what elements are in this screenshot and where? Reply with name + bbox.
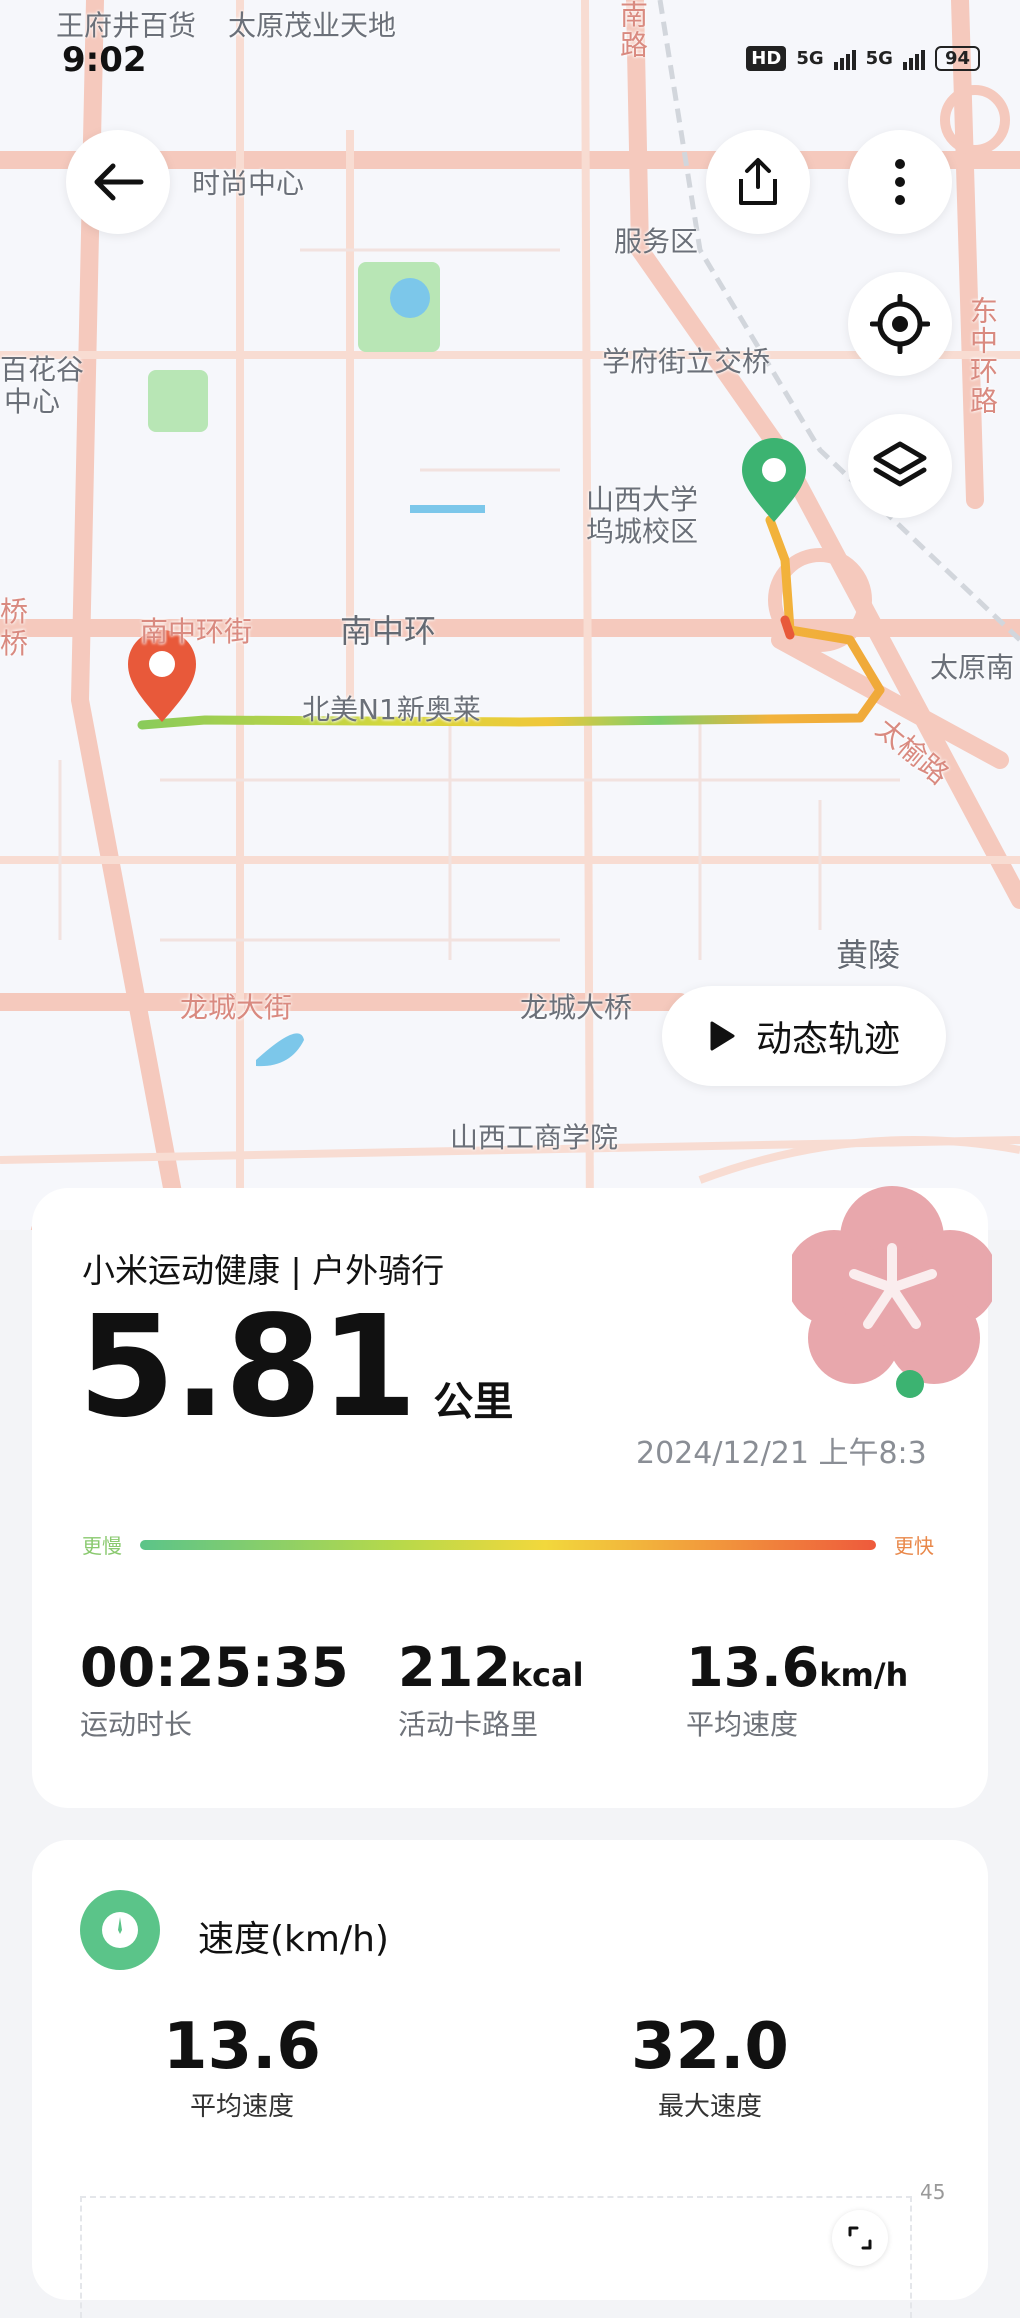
stat-label: 运动时长 <box>80 1708 193 1741</box>
map-label: 南路 <box>616 0 649 60</box>
dynamic-track-button[interactable]: 动态轨迹 <box>662 986 946 1086</box>
stat-calories: 212kcal 活动卡路里 <box>398 1636 584 1743</box>
stat-unit: kcal <box>510 1656 584 1694</box>
slower-label: 更慢 <box>82 1534 122 1558</box>
stat-unit: km/h <box>819 1656 909 1694</box>
map-label: 太原茂业天地 <box>228 9 397 42</box>
dynamic-track-label: 动态轨迹 <box>755 1019 900 1060</box>
stat-value: 00:25:35 <box>80 1636 349 1699</box>
arrow-left-icon <box>94 163 144 201</box>
chart-axis-max: 45 <box>920 2180 946 2204</box>
locate-button[interactable] <box>848 272 952 376</box>
layers-button[interactable] <box>848 414 952 518</box>
stat-value: 212 <box>398 1636 511 1699</box>
map-label: 山西工商学院 <box>450 1121 619 1154</box>
map-label: 龙城大街 <box>180 991 293 1024</box>
start-pin-icon <box>742 438 806 522</box>
avg-speed-block: 13.6 平均速度 <box>152 2010 332 2123</box>
back-button[interactable] <box>66 130 170 234</box>
distance-unit: 公里 <box>433 1379 514 1425</box>
stat-label: 活动卡路里 <box>398 1708 539 1741</box>
max-speed-label: 最大速度 <box>657 2092 762 2122</box>
map-label: 王府井百货 <box>56 9 197 42</box>
map-label: 时尚中心 <box>192 167 305 200</box>
more-vertical-icon <box>895 159 905 205</box>
avg-speed-label: 平均速度 <box>189 2092 294 2122</box>
expand-chart-button[interactable] <box>832 2210 888 2266</box>
avg-speed-value: 13.6 <box>163 2010 321 2084</box>
distance-value: 5.81 <box>78 1286 417 1449</box>
stat-duration: 00:25:35 运动时长 <box>80 1636 349 1743</box>
battery-level: 94 <box>944 48 970 69</box>
stat-value: 13.6 <box>686 1636 820 1699</box>
faster-label: 更快 <box>894 1534 934 1558</box>
signal-icon <box>902 48 925 70</box>
network-5g-2: 5G <box>865 48 893 69</box>
workout-source: 小米运动健康 | 户外骑行 <box>82 1251 445 1290</box>
map-label: 龙城大桥 <box>520 991 633 1024</box>
map-label: 太原南 <box>930 651 1015 684</box>
stat-avg-speed: 13.6km/h 平均速度 <box>686 1636 908 1743</box>
map-label: 坞城校区 <box>586 515 699 548</box>
more-button[interactable] <box>848 130 952 234</box>
map-label: 中心 <box>4 385 61 418</box>
hd-badge: HD <box>746 46 787 71</box>
speedometer-icon <box>80 1890 160 1970</box>
map-label: 北美N1新奥莱 <box>302 693 481 726</box>
network-5g-1: 5G <box>796 48 824 69</box>
map-label: 南中环 <box>340 612 437 650</box>
map-label: 黄陵 <box>836 936 901 974</box>
speed-card: 速度(km/h) 13.6 平均速度 32.0 最大速度 45 <box>32 1840 988 2318</box>
layers-icon <box>873 441 927 487</box>
battery-icon: 94 <box>934 46 980 71</box>
speed-title: 速度(km/h) <box>198 1919 389 1960</box>
speed-chart-area <box>80 2196 912 2318</box>
status-icons: HD 5G 5G 94 <box>746 46 980 71</box>
map-label: 学府街立交桥 <box>602 345 771 378</box>
pace-gradient-bar <box>140 1540 876 1550</box>
share-button[interactable] <box>706 130 810 234</box>
map-label: 桥 <box>0 627 29 660</box>
status-time: 9:02 <box>62 40 147 80</box>
crosshair-icon <box>870 294 930 354</box>
play-icon <box>710 1021 735 1051</box>
workout-summary-card: 小米运动健康 | 户外骑行 5.81 公里 2024/12/21 上午8:3 更… <box>32 1186 992 1808</box>
expand-icon <box>848 2226 872 2250</box>
share-icon <box>739 158 777 205</box>
map-label: 东中环路 <box>966 296 999 416</box>
plum-blossom-sticker <box>792 1186 992 1398</box>
map-label: 服务区 <box>614 225 699 258</box>
workout-datetime: 2024/12/21 上午8:3 <box>636 1436 927 1471</box>
max-speed-block: 32.0 最大速度 <box>620 2010 800 2123</box>
max-speed-value: 32.0 <box>631 2010 789 2084</box>
stat-label: 平均速度 <box>686 1708 799 1741</box>
map-label: 南中环街 <box>140 615 253 648</box>
signal-icon <box>833 48 856 70</box>
